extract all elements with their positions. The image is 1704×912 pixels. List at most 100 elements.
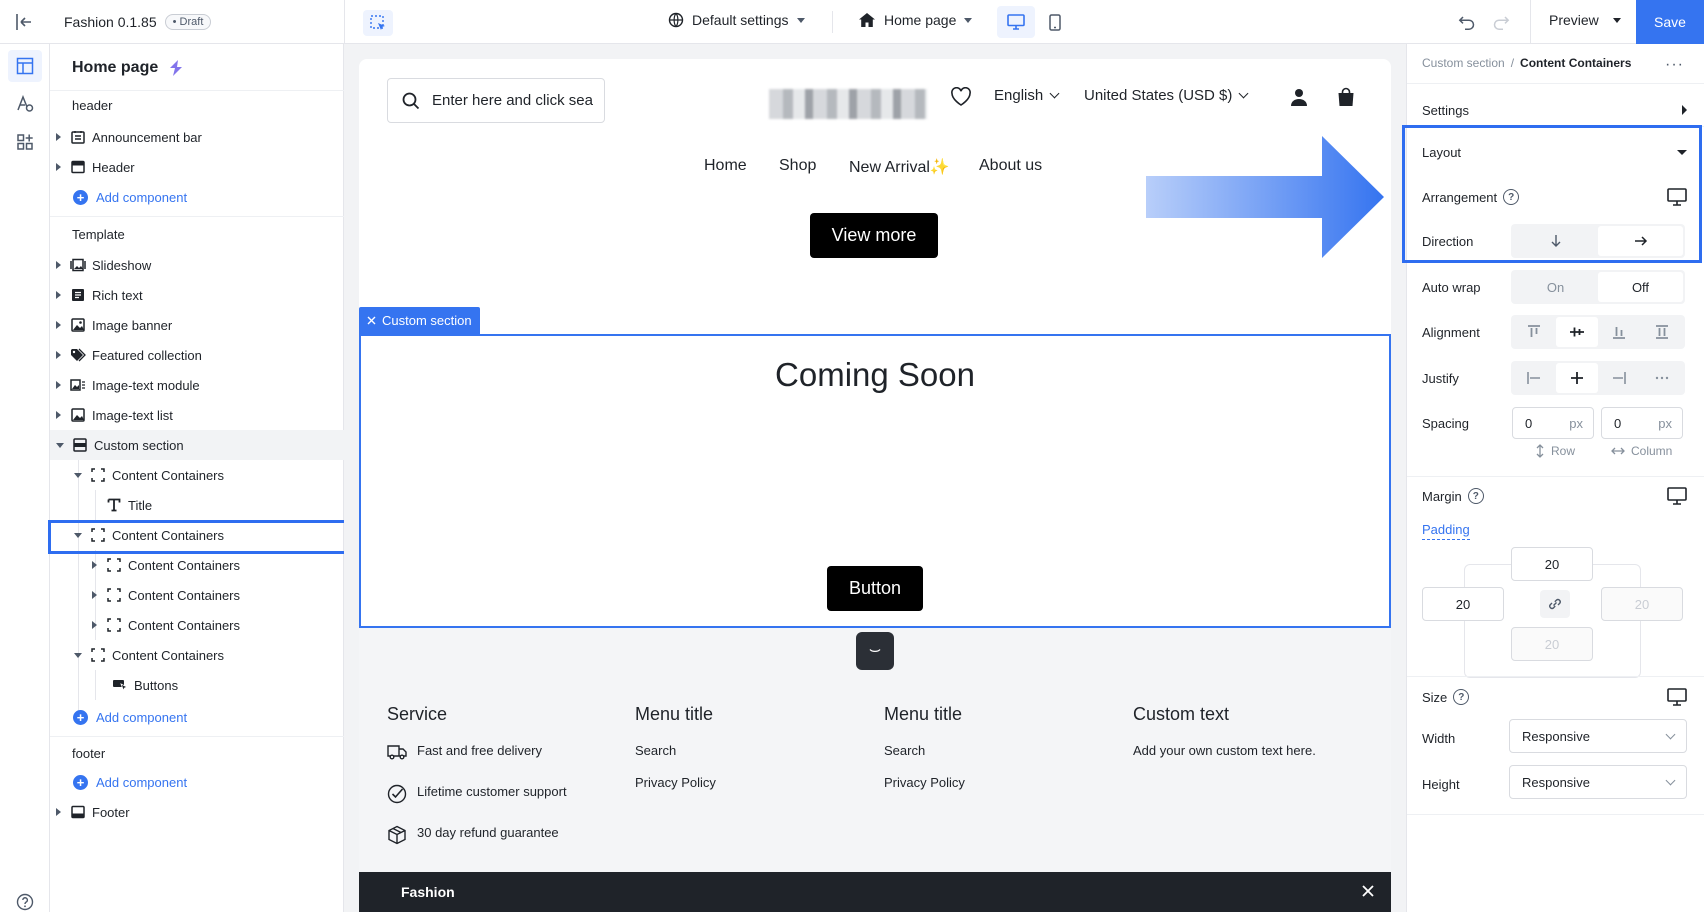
add-component-footer[interactable]: + Add component <box>50 767 344 797</box>
ai-sparkle-icon[interactable] <box>166 58 186 78</box>
height-select[interactable]: Responsive <box>1509 765 1687 799</box>
desktop-view-button[interactable] <box>997 6 1035 38</box>
padding-bottom-input[interactable]: 20 <box>1511 627 1593 661</box>
tree-item-content-containers-3[interactable]: Content Containers <box>50 640 344 670</box>
link-values-icon[interactable] <box>1540 590 1570 618</box>
footer-link[interactable]: Search <box>635 743 716 775</box>
footer-link[interactable]: Privacy Policy <box>635 775 716 807</box>
add-component-template[interactable]: + Add component <box>50 702 344 732</box>
tree-item-content-containers-2-2[interactable]: Content Containers <box>50 580 344 610</box>
tree-item-image-text-module[interactable]: Image-text module <box>50 370 344 400</box>
tree-item-content-containers-1[interactable]: Content Containers <box>50 460 344 490</box>
justify-center-button[interactable] <box>1555 363 1598 393</box>
currency-selector[interactable]: United States (USD $) <box>1084 87 1249 104</box>
auto-wrap-off[interactable]: Off <box>1598 272 1683 302</box>
custom-section-block[interactable]: Coming Soon Button <box>359 334 1391 628</box>
align-stretch-button[interactable] <box>1641 317 1684 347</box>
container-icon <box>106 587 122 603</box>
justify-start-icon <box>1527 372 1541 384</box>
add-component-header[interactable]: + Add component <box>50 182 344 212</box>
truck-icon <box>387 745 407 760</box>
help-icon[interactable] <box>8 886 42 912</box>
spacing-column-input[interactable]: 0 px <box>1601 407 1683 439</box>
desktop-icon[interactable] <box>1667 487 1687 505</box>
account-icon[interactable] <box>1289 87 1309 107</box>
nav-about-us[interactable]: About us <box>979 157 1042 175</box>
justify-end-button[interactable] <box>1598 363 1641 393</box>
layout-tree-icon[interactable] <box>8 50 42 82</box>
justify-start-button[interactable] <box>1513 363 1556 393</box>
nav-shop[interactable]: Shop <box>779 157 816 175</box>
auto-wrap-toggle: On Off <box>1511 270 1685 304</box>
tree-item-image-text-list[interactable]: Image-text list <box>50 400 344 430</box>
tree-item-slideshow[interactable]: Slideshow <box>50 250 344 280</box>
language-selector[interactable]: English <box>994 87 1060 104</box>
footer-link[interactable]: Privacy Policy <box>884 775 965 807</box>
padding-tab[interactable]: Padding <box>1422 522 1470 540</box>
tree-item-announcement-bar[interactable]: Announcement bar <box>50 122 344 152</box>
settings-section-toggle[interactable]: Settings <box>1422 97 1687 123</box>
select-tool-icon[interactable] <box>363 10 393 36</box>
tree-item-title[interactable]: Title <box>50 490 344 520</box>
spacing-row-input[interactable]: 0 px <box>1512 407 1594 439</box>
view-more-button[interactable]: View more <box>810 213 938 258</box>
tree-item-content-containers-2-3[interactable]: Content Containers <box>50 610 344 640</box>
padding-top-input[interactable]: 20 <box>1511 547 1593 581</box>
tree-selection-highlight <box>48 520 348 554</box>
section-button[interactable]: Button <box>827 566 923 611</box>
theme-settings-dropdown[interactable]: Default settings <box>668 12 805 28</box>
help-icon[interactable]: ? <box>1467 488 1484 504</box>
nav-home[interactable]: Home <box>704 157 747 175</box>
footer-link[interactable]: Search <box>884 743 965 775</box>
cart-icon[interactable] <box>1337 87 1355 107</box>
container-icon <box>90 647 106 663</box>
store-search-input[interactable]: Enter here and click sea <box>387 78 605 123</box>
redo-icon[interactable] <box>1492 13 1510 31</box>
auto-wrap-on[interactable]: On <box>1513 272 1598 302</box>
close-icon[interactable] <box>1361 884 1375 898</box>
store-logo <box>769 89 927 119</box>
desktop-icon[interactable] <box>1667 688 1687 706</box>
nav-new-arrival[interactable]: New Arrival✨ <box>849 157 950 177</box>
close-icon <box>367 316 376 325</box>
margin-row: Margin ? <box>1422 483 1687 509</box>
more-options-icon[interactable]: ··· <box>1665 56 1684 74</box>
width-select[interactable]: Responsive <box>1509 719 1687 753</box>
tree-item-image-banner[interactable]: Image banner <box>50 310 344 340</box>
wishlist-icon[interactable] <box>950 87 972 107</box>
plus-icon: + <box>73 774 88 790</box>
breadcrumb-parent[interactable]: Custom section <box>1422 56 1505 70</box>
apps-icon[interactable] <box>8 126 42 158</box>
help-icon[interactable]: ? <box>1453 689 1470 705</box>
tree-item-custom-section[interactable]: Custom section <box>50 430 344 460</box>
plus-icon: + <box>73 189 88 205</box>
padding-right-input[interactable]: 20 <box>1601 587 1683 621</box>
tree-item-header[interactable]: Header <box>50 152 344 182</box>
footer-col-title: Service <box>387 704 448 724</box>
spacing-row-caption: Row <box>1535 444 1575 458</box>
tree-item-footer[interactable]: Footer <box>50 797 344 827</box>
tree-item-rich-text[interactable]: Rich text <box>50 280 344 310</box>
tree-item-buttons[interactable]: Buttons <box>50 670 344 700</box>
preview-dropdown[interactable]: Preview <box>1549 12 1621 28</box>
align-center-button[interactable] <box>1555 317 1598 347</box>
align-bottom-button[interactable] <box>1598 317 1641 347</box>
undo-icon[interactable] <box>1458 13 1476 31</box>
footer-col-menu-2: Menu title Search Privacy Policy <box>884 704 965 807</box>
footer-item-support: Lifetime customer support <box>387 784 567 825</box>
padding-left-input[interactable]: 20 <box>1422 587 1504 621</box>
align-top-button[interactable] <box>1513 317 1556 347</box>
tree-item-content-containers-2-1[interactable]: Content Containers <box>50 550 344 580</box>
collapse-handle[interactable] <box>856 632 894 670</box>
theme-style-icon[interactable] <box>8 88 42 120</box>
page-select-dropdown[interactable]: Home page <box>858 12 973 28</box>
save-button[interactable]: Save <box>1636 0 1704 44</box>
custom-section-tag[interactable]: Custom section <box>359 307 480 334</box>
exit-icon[interactable] <box>14 12 34 32</box>
tree-item-featured-collection[interactable]: Featured collection <box>50 340 344 370</box>
justify-toggle <box>1511 361 1685 395</box>
mobile-view-button[interactable] <box>1036 6 1074 38</box>
footer-col-custom-text: Custom text Add your own custom text her… <box>1133 704 1316 758</box>
justify-center-icon <box>1570 372 1583 384</box>
justify-space-button[interactable] <box>1641 363 1684 393</box>
